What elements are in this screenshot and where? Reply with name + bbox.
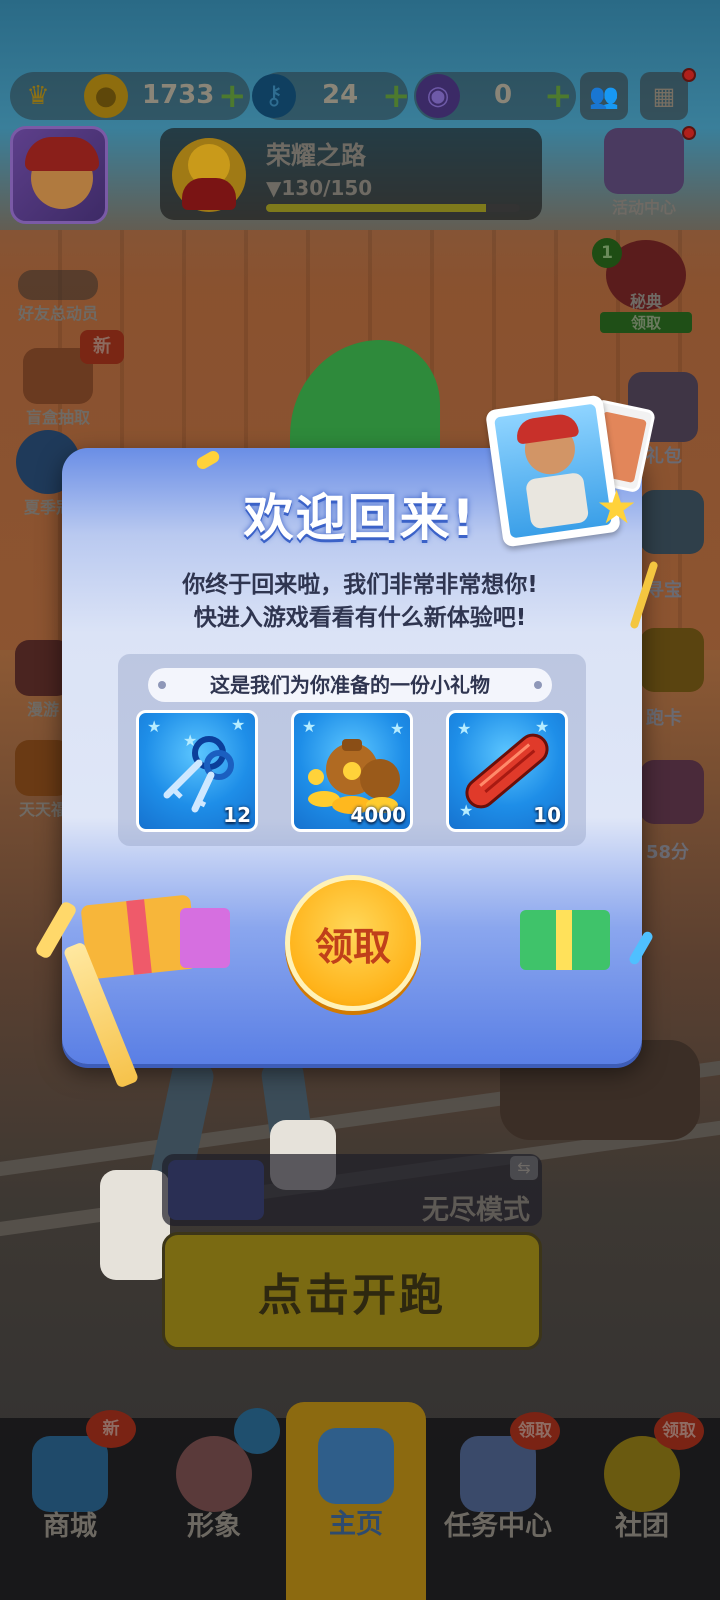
glory-road-panel[interactable]: 荣耀之路 ▼130/150 (160, 128, 542, 220)
notification-dot (682, 126, 696, 140)
stopwatch-icon (234, 1408, 280, 1454)
friends-icon (18, 270, 98, 300)
add-coins-button[interactable]: + (218, 78, 247, 114)
crown-icon[interactable]: ♛ (16, 74, 60, 118)
activity-center-button[interactable]: 活动中心 (598, 128, 690, 218)
player-avatar[interactable] (10, 126, 108, 224)
avatar-cap (25, 137, 99, 171)
claim-button[interactable]: 领取 (285, 875, 421, 1011)
reward-item-keys[interactable]: ★ ★ ★ 12 (136, 710, 258, 832)
people-icon: 👥 (589, 82, 619, 110)
reward-count-hoverboard: 10 (533, 803, 561, 827)
swap-mode-icon[interactable]: ⇆ (510, 1156, 538, 1180)
nav-shop-label: 商城 (43, 1511, 97, 1542)
coin-count: 1733 (142, 80, 215, 110)
menu-button[interactable]: ▦ (640, 72, 688, 120)
home-icon (318, 1428, 394, 1504)
timer-event-button[interactable] (632, 760, 712, 824)
runner-shoe (100, 1170, 170, 1280)
notification-dot (682, 68, 696, 82)
dialog-message-line1: 你终于回来啦，我们非常非常想你! (182, 572, 538, 598)
gift-panel-label: 这是我们为你准备的一份小礼物 (148, 668, 552, 702)
gift-box-right (520, 910, 610, 970)
glory-progress-fill (266, 204, 487, 212)
friends-button[interactable]: 👥 (580, 72, 628, 120)
start-run-button[interactable]: 点击开跑 (162, 1232, 542, 1350)
friends-rally-label: 好友总动员 (17, 304, 98, 323)
gift-box-purple (180, 908, 230, 968)
glory-progress-text: ▼130/150 (266, 176, 373, 200)
glory-progress-bar (266, 204, 520, 212)
timer-icon (640, 760, 704, 824)
run-card-button[interactable] (632, 628, 712, 692)
coin-icon: ● (84, 74, 128, 118)
reward-item-hoverboard[interactable]: ★ ★ ★ 10 (446, 710, 568, 832)
glory-title: 荣耀之路 (266, 141, 367, 170)
run-card-label: 跑卡 (646, 708, 682, 729)
reward-count-keys: 12 (223, 803, 251, 827)
nav-tasks-tag: 领取 (510, 1412, 560, 1450)
reward-count-coins: 4000 (350, 803, 406, 827)
nav-shop[interactable]: 商城 新 (0, 1410, 140, 1600)
nav-home-label: 主页 (329, 1509, 383, 1540)
shop-icon (32, 1436, 108, 1512)
codex-count-badge: 1 (592, 238, 622, 268)
timer-label: 58分 (646, 842, 690, 863)
nav-club-label: 社团 (615, 1511, 669, 1542)
key-count: 24 (322, 80, 359, 110)
run-card-icon (640, 628, 704, 692)
nav-tasks-label: 任务中心 (444, 1511, 552, 1542)
nav-club[interactable]: 社团 领取 (572, 1412, 712, 1600)
codex-label: 秘典 (629, 292, 662, 311)
nav-character-label: 形象 (187, 1511, 241, 1542)
nav-home[interactable]: 主页 (286, 1402, 426, 1600)
nav-shop-tag: 新 (86, 1410, 136, 1448)
nav-character[interactable]: 形象 (144, 1408, 284, 1600)
gift-pack-label: 礼包 (646, 446, 682, 467)
friends-rally-button[interactable]: 好友总动员 (6, 270, 110, 324)
codex-claim-label: 领取 (600, 312, 692, 333)
token-count: 0 (494, 80, 513, 110)
add-keys-button[interactable]: + (382, 78, 411, 114)
reward-item-coins[interactable]: ★ ★ 4000 (291, 710, 413, 832)
dialog-title: 欢迎回来! (243, 489, 477, 547)
nav-tasks[interactable]: 任务中心 领取 (428, 1412, 568, 1600)
add-tokens-button[interactable]: + (544, 78, 573, 114)
trophy-person-icon (172, 138, 246, 212)
trophy-icon: ▼ (266, 176, 282, 200)
new-badge: 新 (80, 330, 124, 364)
grid-icon: ▦ (652, 82, 676, 110)
dialog-message-line2: 快进入游戏看看有什么新体验吧! (193, 605, 527, 631)
mode-label: 无尽模式 (422, 1195, 530, 1226)
blind-box-label: 盲盒抽取 (25, 408, 90, 427)
key-icon: ⚷ (252, 74, 296, 118)
token-icon: ◉ (416, 74, 460, 118)
activity-center-label: 活动中心 (611, 198, 676, 217)
calendar-icon (604, 128, 684, 194)
nav-club-tag: 领取 (654, 1412, 704, 1450)
mode-helmet-icon (168, 1160, 264, 1220)
